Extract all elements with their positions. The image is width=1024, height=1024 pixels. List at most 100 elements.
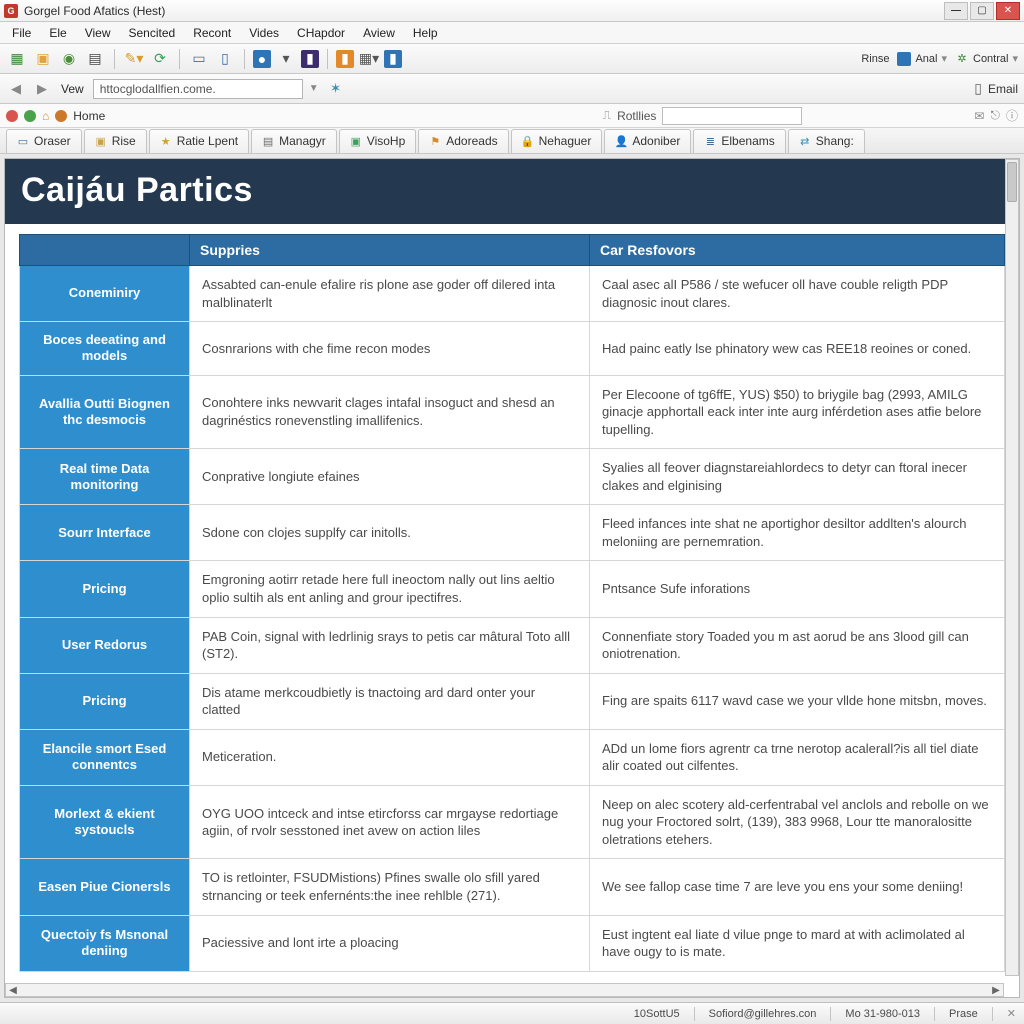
contral-label[interactable]: ✲Contral▾ (955, 52, 1018, 66)
email-label[interactable]: Email (988, 82, 1018, 96)
row-label: Avallia Outti Biognen thc desmocis (20, 375, 190, 449)
minimize-button[interactable]: — (944, 2, 968, 20)
row-label: User Redorus (20, 617, 190, 673)
window-title: Gorgel Food Afatics (Hest) (24, 4, 165, 18)
person-icon: 👤 (615, 135, 627, 147)
menu-view[interactable]: View (77, 24, 119, 42)
menu-sencited[interactable]: Sencited (120, 24, 183, 42)
cell-suppries: Sdone con clojes supplfy car initolls. (190, 505, 590, 561)
chat-icon[interactable]: ✉ (974, 109, 984, 123)
row-label: Pricing (20, 561, 190, 617)
suitcase-icon[interactable]: ▯ (974, 80, 982, 97)
url-input[interactable] (93, 79, 303, 99)
close-status-icon[interactable]: ✕ (1007, 1007, 1016, 1020)
dot-red-icon[interactable] (6, 110, 18, 122)
cell-suppries: Conohtere inks newvarit clages intafal i… (190, 375, 590, 449)
row-label: Real time Data monitoring (20, 449, 190, 505)
anal-icon (897, 52, 911, 66)
toolbar-separator (327, 49, 328, 69)
new-icon[interactable]: ▦ (6, 48, 28, 70)
menu-recont[interactable]: Recont (185, 24, 239, 42)
refresh-icon[interactable]: ⟳ (149, 48, 171, 70)
row-label: Quectoiy fs Msnonal deniing (20, 915, 190, 971)
cell-suppries: Meticeration. (190, 729, 590, 785)
menu-help[interactable]: Help (405, 24, 446, 42)
table-row: PricingDis atame merkcoudbietly is tnact… (20, 673, 1005, 729)
back-button[interactable]: ◀ (6, 79, 26, 99)
panel1-icon[interactable]: ▭ (188, 48, 210, 70)
tab-rise[interactable]: ▣Rise (84, 129, 147, 153)
menu-aview[interactable]: Aview (355, 24, 403, 42)
cell-suppries: OYG UOO intceck and intse etircforss car… (190, 785, 590, 859)
app2-icon[interactable]: ▮ (301, 50, 319, 68)
scroll-left-icon[interactable]: ◀ (6, 985, 20, 996)
pin-icon[interactable]: ⎋ (990, 108, 1000, 123)
grid-icon[interactable]: ▦▾ (358, 48, 380, 70)
home-link[interactable]: Home (73, 109, 105, 123)
table-row: Sourr InterfaceSdone con clojes supplfy … (20, 505, 1005, 561)
dot-orange-icon[interactable] (55, 110, 67, 122)
info-icon[interactable]: ⓘ (1006, 107, 1018, 124)
app-icon: G (4, 4, 18, 18)
cell-suppries: Assabted can-enule efalire ris plone ase… (190, 266, 590, 322)
home-icon[interactable]: ⌂ (42, 109, 49, 123)
page-title: Caijáu Partics (21, 171, 1003, 210)
cell-suppries: Cosnrarions with che fime recon modes (190, 322, 590, 376)
toolbar-separator (179, 49, 180, 69)
cell-suppries: Conprative longiute efaines (190, 449, 590, 505)
menu-file[interactable]: File (4, 24, 39, 42)
close-button[interactable]: ✕ (996, 2, 1020, 20)
reload-icon[interactable]: ✶ (325, 78, 347, 100)
app4-icon[interactable]: ▮ (384, 50, 402, 68)
search-input[interactable] (662, 107, 802, 125)
forward-button[interactable]: ▶ (32, 79, 52, 99)
column-header-resfovors: Car Resfovors (590, 235, 1005, 266)
row-label: Easen Piue Cionersls (20, 859, 190, 915)
tab-ratie-lpent[interactable]: ★Ratie Lpent (149, 129, 249, 153)
content-frame: Caijáu Partics Suppries Car Resfovors Co… (4, 158, 1020, 998)
tab-visohp[interactable]: ▣VisoHp (339, 129, 416, 153)
table-row: ConeminiryAssabted can-enule efalire ris… (20, 266, 1005, 322)
tab-elbenams[interactable]: ≣Elbenams (693, 129, 785, 153)
horizontal-scrollbar[interactable]: ◀ ▶ (5, 983, 1004, 997)
menu-vides[interactable]: Vides (241, 24, 287, 42)
tab-oraser[interactable]: ▭Oraser (6, 129, 82, 153)
dot-green-icon[interactable] (24, 110, 36, 122)
dropdown-icon[interactable]: ▾ (275, 48, 297, 70)
globe-icon[interactable]: ◉ (58, 48, 80, 70)
anal-label[interactable]: Anal▾ (897, 52, 947, 66)
table-row: User RedorusPAB Coin, signal with ledrli… (20, 617, 1005, 673)
status-code: Mo 31-980-013 (845, 1008, 920, 1020)
app3-icon[interactable]: ▮ (336, 50, 354, 68)
table-row: Easen Piue CionerslsTO is retlointer, FS… (20, 859, 1005, 915)
tab-adoniber[interactable]: 👤Adoniber (604, 129, 691, 153)
row-label: Coneminiry (20, 266, 190, 322)
scrollbar-thumb[interactable] (1007, 162, 1017, 202)
scroll-right-icon[interactable]: ▶ (989, 985, 1003, 996)
tab-adoreads[interactable]: ⚑Adoreads (418, 129, 508, 153)
maximize-button[interactable]: ▢ (970, 2, 994, 20)
tab-managyr[interactable]: ▤Managyr (251, 129, 337, 153)
gear-icon: ✲ (955, 52, 969, 66)
table-row: Elancile smort Esed connentcsMeticeratio… (20, 729, 1005, 785)
menu-chapdor[interactable]: CHapdor (289, 24, 353, 42)
rinse-label[interactable]: Rinse (861, 53, 889, 65)
share-icon: ⇄ (799, 135, 811, 147)
address-bar: ◀ ▶ Vew ▼ ✶ ▯ Email (0, 74, 1024, 104)
pencil-icon[interactable]: ✎▾ (123, 48, 145, 70)
vertical-scrollbar[interactable] (1005, 159, 1019, 976)
status-last[interactable]: Prase (949, 1008, 978, 1020)
row-label: Pricing (20, 673, 190, 729)
calendar-icon[interactable]: ▤ (84, 48, 106, 70)
panel2-icon[interactable]: ▯ (214, 48, 236, 70)
menu-ele[interactable]: Ele (41, 24, 74, 42)
app1-icon[interactable]: ● (253, 50, 271, 68)
folder-icon[interactable]: ▣ (32, 48, 54, 70)
tab-shang[interactable]: ⇄Shang: (788, 129, 865, 153)
table-row: Boces deeating and modelsCosnrarions wit… (20, 322, 1005, 376)
toolbar-separator (244, 49, 245, 69)
tab-nehaguer[interactable]: 🔒Nehaguer (511, 129, 603, 153)
cell-resfovors: Pntsance Sufe inforations (590, 561, 1005, 617)
url-dropdown-icon[interactable]: ▼ (309, 83, 319, 94)
tab-icon: ▣ (95, 135, 107, 147)
